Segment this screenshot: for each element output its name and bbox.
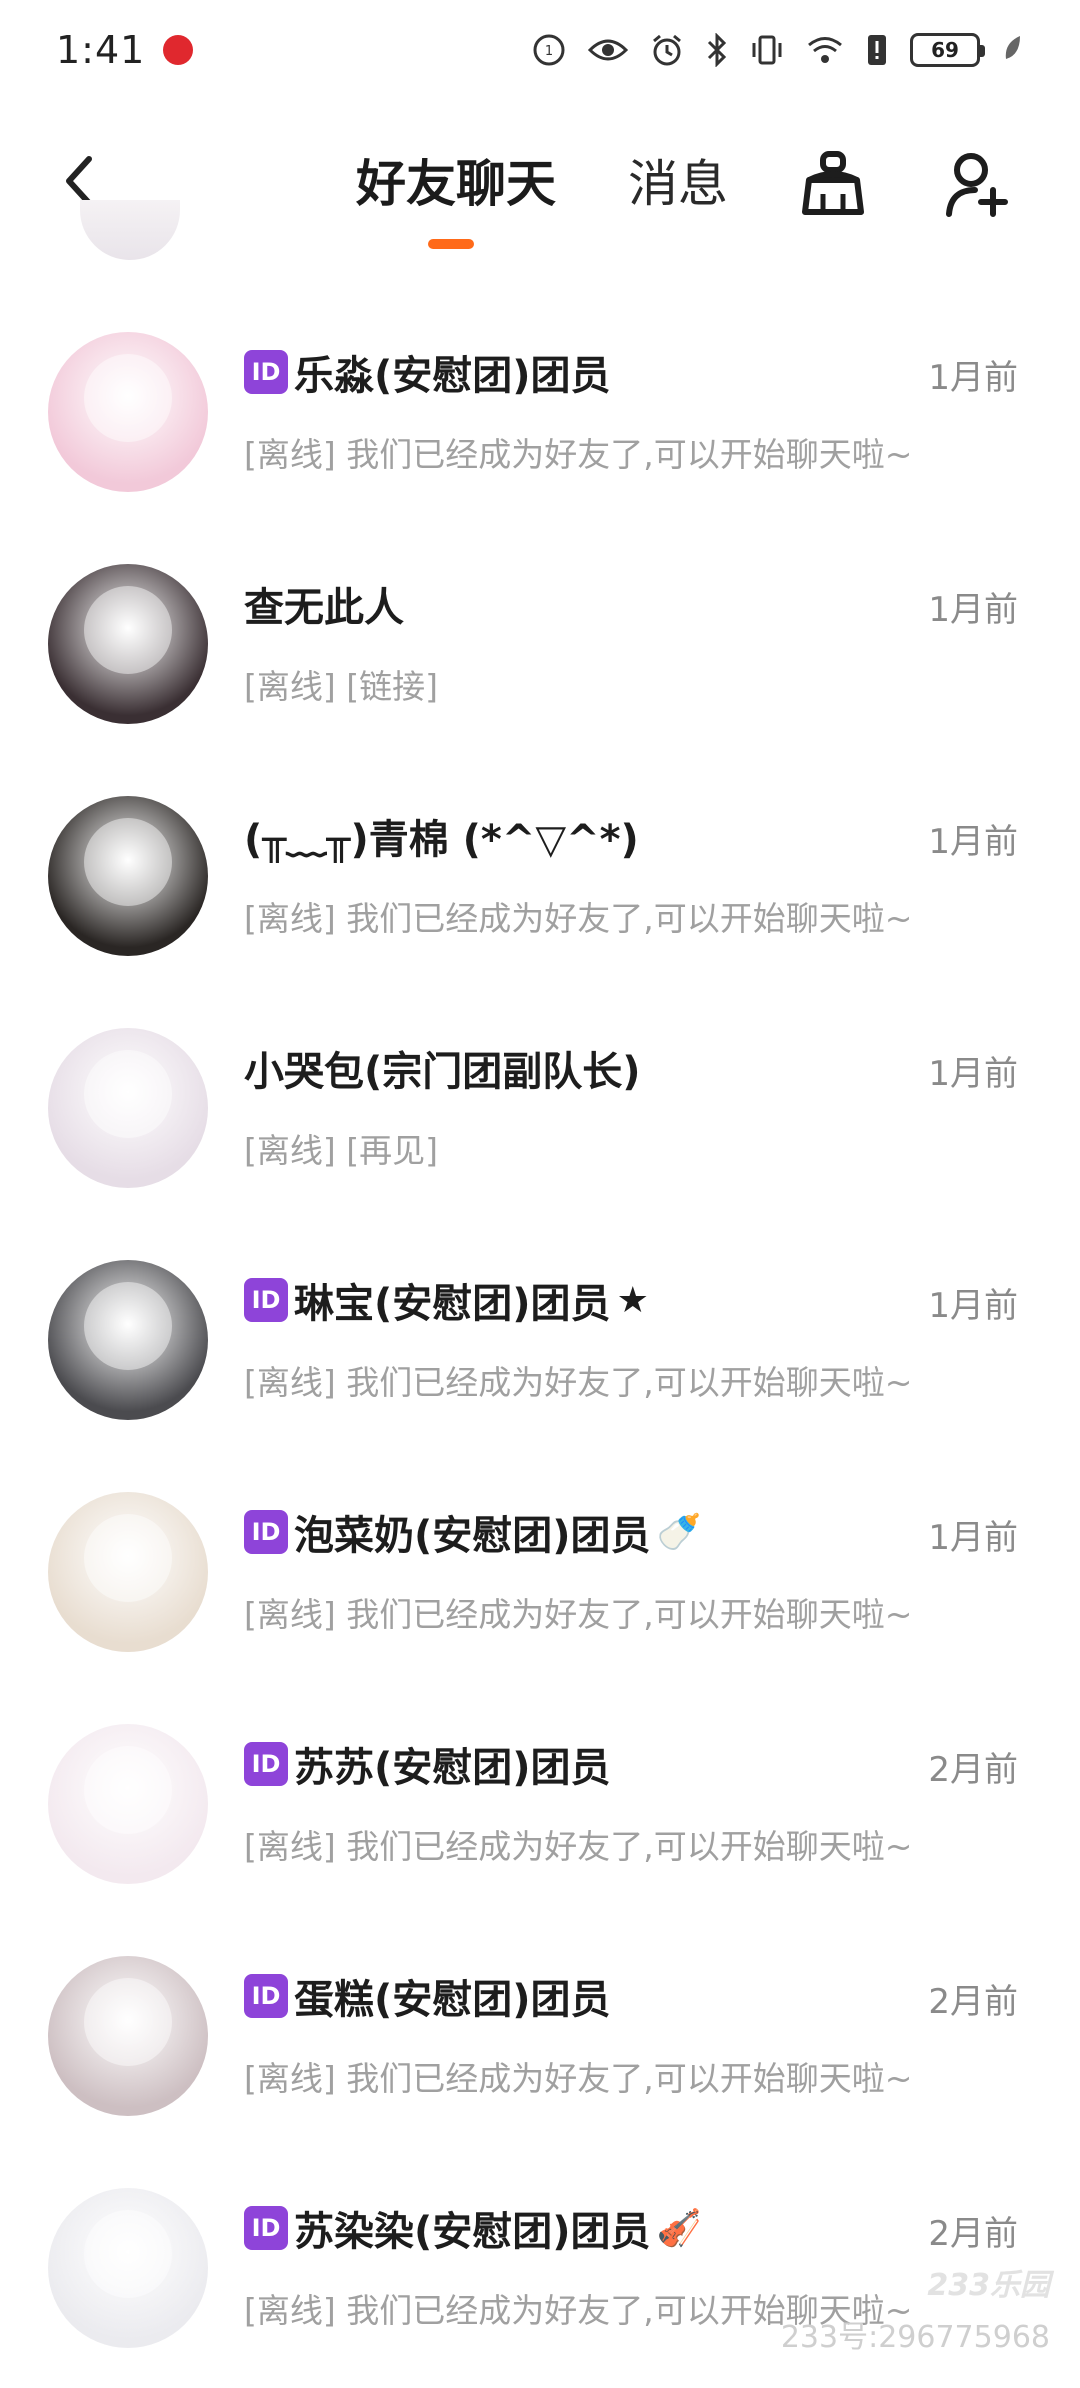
message-preview: [离线] 我们已经成为好友了,可以开始聊天啦~ xyxy=(244,435,913,474)
name-suffix-icon: 🎻 xyxy=(656,2208,702,2249)
message-preview: [离线] 我们已经成为好友了,可以开始聊天啦~ xyxy=(244,1363,913,1402)
eye-icon xyxy=(588,35,628,65)
message-preview: [离线] 我们已经成为好友了,可以开始聊天啦~ xyxy=(244,899,913,938)
contact-name: ID 琳宝(安慰团)团员 ★ xyxy=(244,1272,649,1328)
message-preview: [离线] 我们已经成为好友了,可以开始聊天啦~ xyxy=(244,1827,913,1866)
active-tab-indicator xyxy=(428,239,474,249)
last-message-time: 1月前 xyxy=(928,822,1018,862)
leaf-icon xyxy=(1002,33,1024,67)
avatar[interactable] xyxy=(48,1260,208,1420)
contact-name: ID 苏染染(安慰团)团员 🎻 xyxy=(244,2200,701,2256)
contact-name-text: 泡菜奶(安慰团)团员 xyxy=(294,1513,651,1559)
chat-list-item[interactable]: 小哭包(宗门团副队长) 1月前 [离线] [再见] xyxy=(0,994,1080,1226)
last-message-time: 1月前 xyxy=(928,590,1018,630)
id-badge-icon: ID xyxy=(244,350,288,394)
alert-icon xyxy=(866,33,888,67)
contact-name-text: (╥﹏╥)青棉 (*^▽^*) xyxy=(244,817,639,863)
message-preview: [离线] 我们已经成为好友了,可以开始聊天啦~ xyxy=(244,2059,913,2098)
last-message-time: 1月前 xyxy=(928,358,1018,398)
watermark: 233乐园 233号:296775968 xyxy=(781,2260,1050,2356)
contact-name: 查无此人 xyxy=(244,576,404,632)
contact-name-text: 查无此人 xyxy=(244,585,404,631)
name-suffix-icon: 🍼 xyxy=(656,1512,702,1553)
name-suffix-icon: ★ xyxy=(616,1279,649,1321)
status-bar: 1:41 1 69 xyxy=(0,0,1080,100)
clean-button[interactable] xyxy=(795,146,871,222)
last-message-time: 1月前 xyxy=(928,1054,1018,1094)
chat-list-item[interactable]: (╥﹏╥)青棉 (*^▽^*) 1月前 [离线] 我们已经成为好友了,可以开始聊天啦… xyxy=(0,762,1080,994)
contact-name: 小哭包(宗门团副队长) xyxy=(244,1040,641,1096)
watermark-logo: 233乐园 xyxy=(927,2268,1050,2303)
contact-name-text: 蛋糕(安慰团)团员 xyxy=(294,1977,611,2023)
avatar[interactable] xyxy=(48,2188,208,2348)
chat-list-item[interactable]: 查无此人 1月前 [离线] [链接] xyxy=(0,530,1080,762)
add-user-icon xyxy=(946,153,1008,217)
contact-name-text: 苏染染(安慰团)团员 xyxy=(294,2209,651,2255)
last-message-time: 1月前 xyxy=(928,1286,1018,1326)
avatar[interactable] xyxy=(48,1028,208,1188)
id-badge-icon: ID xyxy=(244,2206,288,2250)
last-message-time: 2月前 xyxy=(928,2214,1018,2254)
status-icons: 1 69 xyxy=(532,33,1024,67)
battery-icon: 69 xyxy=(910,33,985,67)
id-badge-icon: ID xyxy=(244,1974,288,2018)
contact-name: ID 泡菜奶(安慰团)团员 🍼 xyxy=(244,1504,701,1560)
status-time: 1:41 xyxy=(56,28,146,72)
id-badge-icon: ID xyxy=(244,1278,288,1322)
chat-list-item[interactable]: ID 泡菜奶(安慰团)团员 🍼 1月前 [离线] 我们已经成为好友了,可以开始聊天啦~ xyxy=(0,1458,1080,1690)
avatar[interactable] xyxy=(48,1724,208,1884)
id-badge-icon: ID xyxy=(244,1742,288,1786)
chat-list-item[interactable]: ID 苏苏(安慰团)团员 2月前 [离线] 我们已经成为好友了,可以开始聊天啦~ xyxy=(0,1690,1080,1922)
app-notification-icon xyxy=(163,35,194,65)
chat-list: ID 乐淼(安慰团)团员 1月前 [离线] 我们已经成为好友了,可以开始聊天啦~ 查无此… xyxy=(0,298,1080,2386)
svg-text:1: 1 xyxy=(545,44,553,59)
vibrate-icon xyxy=(750,33,784,67)
tab-messages[interactable]: 消息 xyxy=(628,154,728,214)
contact-name: (╥﹏╥)青棉 (*^▽^*) xyxy=(244,808,639,864)
contact-name: ID 蛋糕(安慰团)团员 xyxy=(244,1968,611,2024)
contact-name-text: 琳宝(安慰团)团员 xyxy=(294,1281,611,1327)
last-message-time: 2月前 xyxy=(928,1750,1018,1790)
status-left: 1:41 xyxy=(56,28,194,72)
chat-list-item[interactable]: ID 乐淼(安慰团)团员 1月前 [离线] 我们已经成为好友了,可以开始聊天啦~ xyxy=(0,298,1080,530)
avatar[interactable] xyxy=(48,564,208,724)
watermark-id: 233号:296775968 xyxy=(780,2320,1050,2355)
contact-name-text: 苏苏(安慰团)团员 xyxy=(294,1745,611,1791)
chat-list-item[interactable]: ID 琳宝(安慰团)团员 ★ 1月前 [离线] 我们已经成为好友了,可以开始聊天啦~ xyxy=(0,1226,1080,1458)
contact-name-text: 小哭包(宗门团副队长) xyxy=(244,1049,641,1095)
alarm-icon xyxy=(650,33,684,67)
add-friend-button[interactable] xyxy=(940,146,1016,222)
id-badge-icon: ID xyxy=(244,1510,288,1554)
contact-name-text: 乐淼(安慰团)团员 xyxy=(294,353,611,399)
avatar[interactable] xyxy=(48,1492,208,1652)
broom-icon xyxy=(802,151,864,215)
last-message-time: 1月前 xyxy=(928,1518,1018,1558)
message-preview: [离线] [再见] xyxy=(244,1131,438,1170)
avatar[interactable] xyxy=(48,332,208,492)
message-preview: [离线] 我们已经成为好友了,可以开始聊天啦~ xyxy=(244,1595,913,1634)
tab-friend-chat[interactable]: 好友聊天 xyxy=(356,154,556,214)
rec-icon: 1 xyxy=(532,33,566,67)
wifi-icon xyxy=(806,35,844,65)
avatar[interactable] xyxy=(48,1956,208,2116)
contact-name: ID 乐淼(安慰团)团员 xyxy=(244,344,611,400)
contact-name: ID 苏苏(安慰团)团员 xyxy=(244,1736,611,1792)
chat-list-item[interactable]: ID 蛋糕(安慰团)团员 2月前 [离线] 我们已经成为好友了,可以开始聊天啦~ xyxy=(0,1922,1080,2154)
avatar[interactable] xyxy=(48,796,208,956)
message-preview: [离线] [链接] xyxy=(244,667,438,706)
last-message-time: 2月前 xyxy=(928,1982,1018,2022)
bluetooth-icon xyxy=(706,33,728,67)
